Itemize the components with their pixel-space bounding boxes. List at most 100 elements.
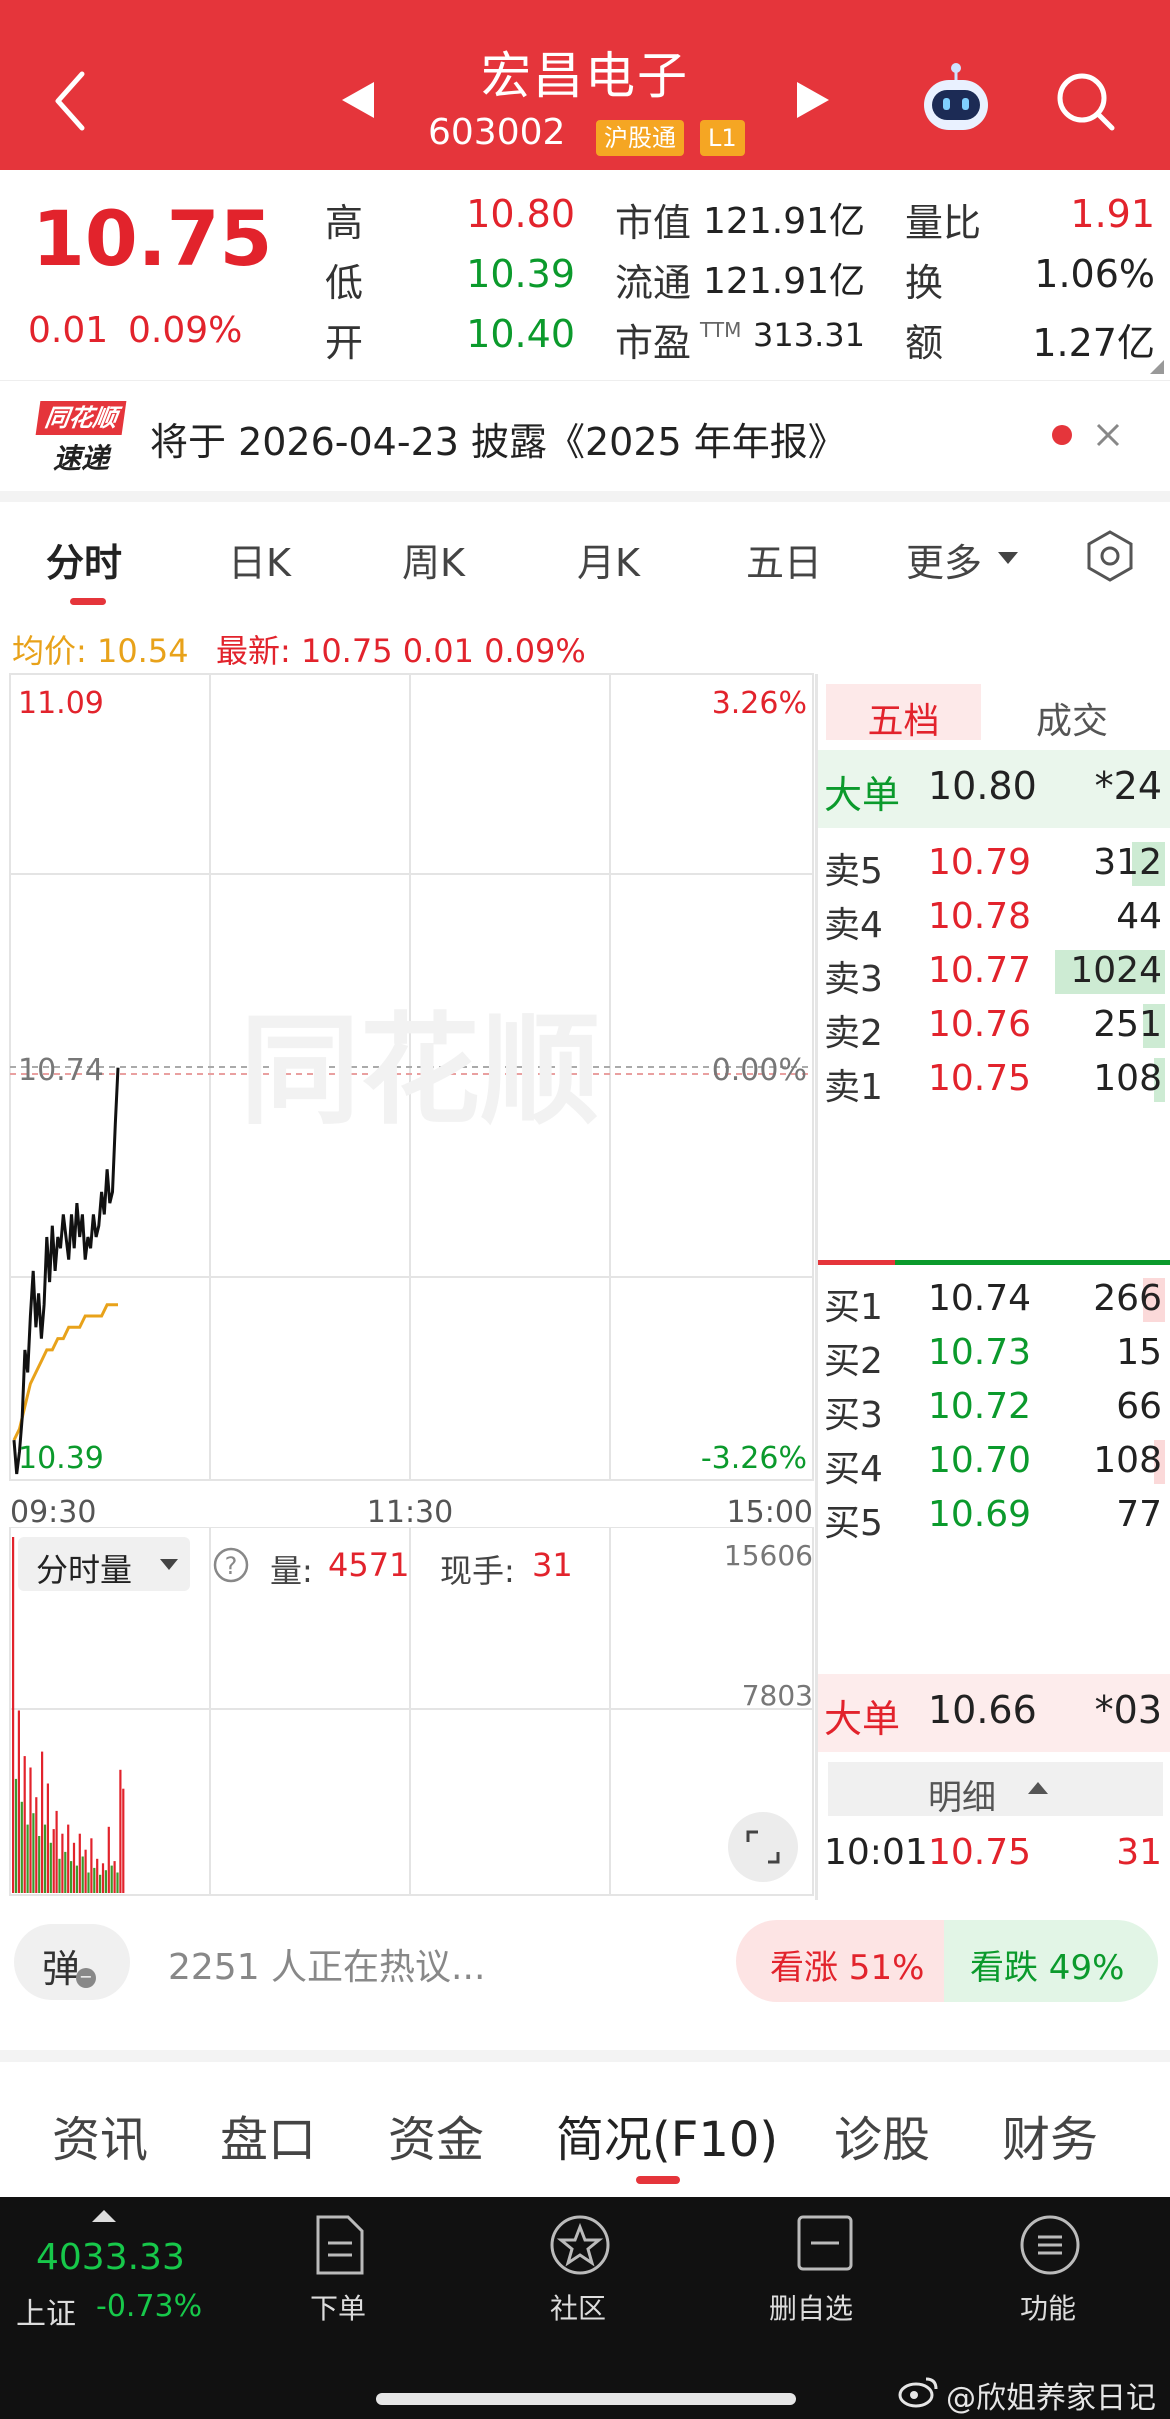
detail-toggle[interactable]: 明细	[828, 1762, 1163, 1818]
expand-corner-icon[interactable]	[1150, 360, 1164, 374]
level-volume: 1024	[1070, 950, 1162, 991]
tab-more[interactable]: 更多	[906, 532, 982, 587]
nav-order[interactable]: 下单	[280, 2213, 400, 2333]
tab-news[interactable]: 资讯	[52, 2100, 148, 2170]
volume-ratio-label: 量比	[905, 201, 982, 245]
tab-trades[interactable]: 成交	[1036, 692, 1108, 744]
tab-five-level[interactable]: 五档	[826, 684, 981, 742]
current-hand-label: 现手:	[440, 1552, 515, 1590]
level-volume: 108	[1093, 1440, 1162, 1481]
bullish-button[interactable]: 看涨 51%	[736, 1920, 946, 2002]
settings-icon[interactable]	[1084, 530, 1136, 582]
bid-level[interactable]: 买5 10.69 77	[818, 1488, 1170, 1544]
pct-mid-label: 0.00%	[712, 1053, 807, 1088]
robot-assistant-icon[interactable]	[918, 62, 994, 138]
tab-daily-k[interactable]: 日K	[228, 532, 291, 587]
volume-bar	[104, 1870, 107, 1893]
book-divider-green	[895, 1260, 1170, 1265]
tab-f10[interactable]: 简况(F10)	[556, 2100, 778, 2170]
tab-intraday[interactable]: 分时	[46, 532, 122, 587]
volume-bar	[26, 1824, 29, 1893]
ask-level[interactable]: 卖5 10.79 312	[818, 836, 1170, 892]
price-chart[interactable]: 同花顺 11.09 10.74 10.39 3.26% 0.00% -3.26%…	[0, 672, 815, 1572]
level-volume: 108	[1093, 1058, 1162, 1099]
price-line	[12, 1067, 120, 1475]
fullscreen-icon	[746, 1830, 780, 1864]
avg-price-legend: 均价: 10.54	[12, 632, 189, 670]
bid-level[interactable]: 买3 10.72 66	[818, 1380, 1170, 1436]
turnover-value: 1.06%	[1034, 252, 1155, 296]
volume-bar	[81, 1856, 84, 1893]
volume-bar	[17, 1710, 20, 1893]
stock-name: 宏昌电子	[481, 47, 689, 105]
ask-level[interactable]: 卖1 10.75 108	[818, 1052, 1170, 1108]
level-volume: 251	[1093, 1004, 1162, 1045]
period-tabs: 分时 日K 周K 月K 五日 更多	[0, 502, 1170, 612]
turnover-label: 换	[905, 261, 944, 305]
ask-level[interactable]: 卖3 10.77 1024	[818, 944, 1170, 1000]
level-price: 10.78	[928, 896, 1032, 937]
big-sell-order: 大单 10.80 *24	[818, 750, 1170, 828]
bearish-button[interactable]: 看跌 49%	[944, 1920, 1158, 2002]
float-label: 流通	[615, 261, 692, 305]
tab-handicap[interactable]: 盘口	[220, 2100, 316, 2170]
close-icon[interactable]	[1096, 423, 1120, 447]
bid-level[interactable]: 买4 10.70 108	[818, 1434, 1170, 1490]
tab-capital[interactable]: 资金	[388, 2100, 484, 2170]
vol-max-label: 15606	[724, 1539, 813, 1572]
watermark-text: 同花顺	[240, 1004, 600, 1138]
search-icon[interactable]	[1054, 70, 1118, 134]
ask-level[interactable]: 卖2 10.76 251	[818, 998, 1170, 1054]
tab-finance[interactable]: 财务	[1002, 2100, 1098, 2170]
chevron-up-icon[interactable]	[92, 2209, 116, 2223]
chevron-up-icon	[1028, 1782, 1048, 1794]
low-label: 低	[325, 261, 364, 305]
level-price: 10.79	[928, 842, 1032, 883]
level-label: 买5	[824, 1503, 883, 1544]
level-label: 买3	[824, 1395, 883, 1436]
menu-icon	[1020, 2215, 1080, 2275]
tab-weekly-k[interactable]: 周K	[402, 532, 465, 587]
help-icon[interactable]: ?	[212, 1546, 250, 1584]
weibo-watermark: @欣姐养家日记	[946, 2381, 1156, 2416]
tab-monthly-k[interactable]: 月K	[577, 532, 640, 587]
volume-bar	[90, 1838, 93, 1893]
volume-value: 4571	[328, 1546, 410, 1584]
order-book: 五档 成交 大单 10.80 *24 卖5 10.79 312 卖4 10.78 44 卖3…	[815, 674, 1170, 1900]
level-label: 买1	[824, 1287, 883, 1328]
minus-icon: −	[76, 1968, 96, 1988]
volume-indicator-label: 分时量	[36, 1551, 133, 1589]
ask-level[interactable]: 卖4 10.78 44	[818, 890, 1170, 946]
notice-bar[interactable]: 同花顺 速递 将于 2026-04-23 披露《2025 年年报》	[0, 380, 1170, 491]
open-value: 10.40	[466, 312, 575, 356]
volume-bar	[58, 1858, 61, 1893]
community-star-icon	[550, 2215, 610, 2275]
volume-bar	[110, 1865, 113, 1893]
level-volume: 66	[1116, 1386, 1162, 1427]
home-indicator[interactable]	[376, 2393, 796, 2405]
high-label: 高	[325, 201, 364, 245]
level-volume: 44	[1116, 896, 1162, 937]
nav-functions[interactable]: 功能	[990, 2213, 1110, 2333]
level-price: 10.74	[928, 1278, 1032, 1319]
bottom-nav: 4033.33 上证 -0.73% 下单 社区 删自选 功能 @欣姐养家日记	[0, 2197, 1170, 2419]
level-volume: 15	[1116, 1332, 1162, 1373]
x-label-open: 09:30	[10, 1495, 96, 1530]
fullscreen-button[interactable]	[728, 1812, 798, 1882]
bid-level[interactable]: 买1 10.74 266	[818, 1272, 1170, 1328]
pe-label: 市盈	[615, 321, 692, 365]
tab-five-day[interactable]: 五日	[746, 532, 822, 587]
danmu-toggle[interactable]: 弹 −	[14, 1924, 130, 2000]
volume-ratio-value: 1.91	[1070, 192, 1155, 236]
chevron-down-icon	[998, 552, 1018, 564]
pct-max-label: 3.26%	[712, 686, 807, 721]
volume-bar	[23, 1756, 26, 1893]
volume-indicator-select[interactable]: 分时量	[18, 1537, 190, 1591]
volume-bar	[46, 1783, 49, 1893]
nav-community[interactable]: 社区	[520, 2213, 640, 2333]
discussion-text[interactable]: 2251 人正在热议...	[168, 1938, 485, 1990]
next-stock-icon[interactable]	[795, 80, 831, 120]
tab-diagnosis[interactable]: 诊股	[834, 2100, 930, 2170]
bid-level[interactable]: 买2 10.73 15	[818, 1326, 1170, 1382]
nav-remove-watchlist[interactable]: 删自选	[755, 2213, 895, 2333]
